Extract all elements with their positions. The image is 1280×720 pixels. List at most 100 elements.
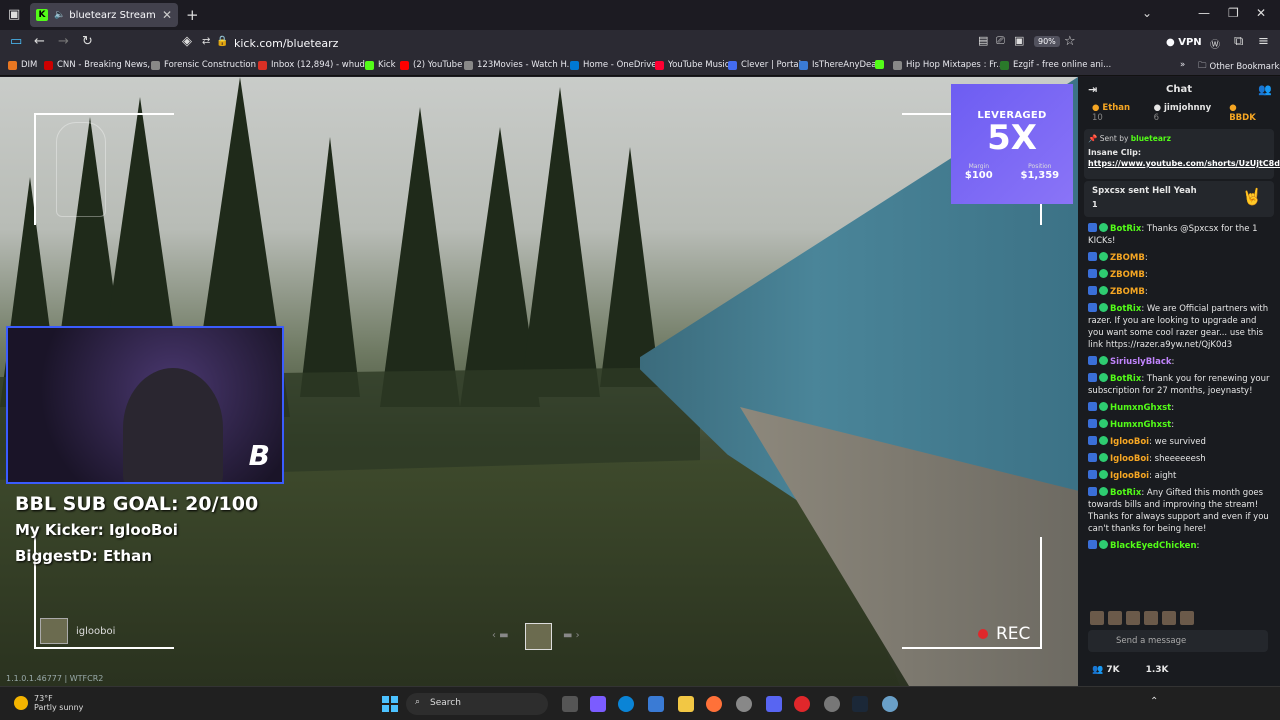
emote[interactable] [1126, 611, 1140, 625]
top-gifter[interactable]: ● jimjohnny 6 [1154, 103, 1220, 123]
pinned-link[interactable]: https://www.youtube.com/shorts/UzUjtC8dt… [1088, 159, 1280, 168]
taskbar-search[interactable]: ⌕ Search [406, 693, 548, 715]
chevron-right-icon[interactable]: » [1180, 60, 1185, 70]
back-icon[interactable]: ← [34, 34, 45, 49]
gift-notification: Spxcsx sent Hell Yeah 1 🤘 [1084, 181, 1274, 217]
task-view-icon[interactable] [562, 696, 578, 712]
chat-username[interactable]: HumxnGhxst [1110, 420, 1171, 430]
minimize-icon[interactable]: — [1198, 6, 1210, 20]
restore-icon[interactable]: ❐ [1228, 6, 1239, 20]
bookmark-cnn[interactable]: CNN - Breaking News,... [44, 60, 158, 70]
speaker-icon[interactable]: 🔈 [54, 10, 65, 20]
chevron-left-icon[interactable]: ‹ ▬ [492, 630, 509, 641]
windows-start-icon[interactable] [382, 696, 398, 712]
lock-icon[interactable]: 🔒 [216, 36, 228, 47]
reload-icon[interactable]: ↻ [82, 34, 93, 49]
bookmark-hiphop[interactable]: Hip Hop Mixtapes : Fr... [893, 60, 1004, 70]
account-icon[interactable]: Ⓦ [1210, 36, 1220, 51]
chat-message: ZBOMB: [1088, 269, 1274, 281]
emote[interactable] [1108, 611, 1122, 625]
menu-icon[interactable]: ≡ [1258, 34, 1269, 49]
users-icon[interactable]: 👥 [1258, 83, 1272, 96]
close-window-icon[interactable]: ✕ [1256, 6, 1266, 20]
bookmark-kick[interactable]: Kick [365, 60, 396, 70]
forward-icon[interactable]: → [58, 34, 69, 49]
bookmark-isthereanydeal[interactable]: IsThereAnyDeal [799, 60, 879, 70]
chat-username[interactable]: BotRix [1110, 488, 1141, 498]
emote[interactable] [1144, 611, 1158, 625]
badge-icon [1088, 402, 1097, 411]
tab-list-icon[interactable]: ▣ [8, 7, 20, 22]
url-bar[interactable]: kick.com/bluetearz [234, 37, 338, 50]
chat-username[interactable]: ZBOMB [1110, 270, 1145, 280]
tab-active[interactable]: K 🔈 bluetearz Stream - Watch Li ✕ [30, 3, 178, 27]
steam-icon[interactable] [852, 696, 868, 712]
vpn-button[interactable]: ● VPN [1166, 37, 1202, 48]
temperature: 73°F [34, 694, 53, 703]
chat-username[interactable]: BotRix [1110, 224, 1141, 234]
bookmark-forensic[interactable]: Forensic Construction ... [151, 60, 267, 70]
emote[interactable] [1180, 611, 1194, 625]
chat-username[interactable]: ZBOMB [1110, 287, 1145, 297]
bookmark-favicon-icon [893, 60, 902, 70]
chat-username[interactable]: SiriuslyBlack [1110, 357, 1172, 367]
bookmark-dim[interactable]: DIM [8, 60, 37, 70]
permissions-icon[interactable]: ⇄ [202, 36, 210, 47]
top-gifter[interactable]: ● Ethan 10 [1092, 103, 1144, 123]
verified-icon [1099, 286, 1108, 295]
badge-icon [1088, 303, 1097, 312]
new-tab-icon[interactable]: + [186, 6, 199, 24]
discord-icon[interactable] [766, 696, 782, 712]
bookmark-123movies[interactable]: 123Movies - Watch H... [464, 60, 575, 70]
pinned-message[interactable]: 📌 Sent by bluetearz Insane Clip: https:/… [1084, 129, 1280, 179]
bookmark-youtube-music[interactable]: YouTube Music [655, 60, 729, 70]
close-tab-icon[interactable]: ✕ [162, 8, 172, 22]
chat-username[interactable]: ZBOMB [1110, 253, 1145, 263]
copilot-icon[interactable] [590, 696, 606, 712]
file-explorer-icon[interactable] [678, 696, 694, 712]
bookmark-clever[interactable]: Clever | Portal [728, 60, 801, 70]
bookmark-kick-2[interactable] [875, 60, 888, 69]
store-icon[interactable] [648, 696, 664, 712]
screenshot-icon[interactable]: ⎚ [996, 34, 1005, 48]
extensions-icon[interactable]: ⧉ [1234, 34, 1243, 49]
chat-username[interactable]: BotRix [1110, 304, 1141, 314]
chevron-right-icon[interactable]: ▬ › [563, 630, 580, 641]
chat-username[interactable]: IglooBoi [1110, 471, 1149, 481]
media-player-icon[interactable] [794, 696, 810, 712]
chat-username[interactable]: BotRix [1110, 374, 1141, 384]
chat-input[interactable]: Send a message [1088, 630, 1268, 652]
pip-icon[interactable]: ▣ [1014, 34, 1024, 47]
bookmark-inbox[interactable]: Inbox (12,894) - whud... [258, 60, 373, 70]
collapse-chat-icon[interactable]: ⇥ [1088, 83, 1097, 96]
chevron-up-icon[interactable]: ⌃ [1150, 696, 1158, 707]
firefox-icon[interactable] [706, 696, 722, 712]
chat-username[interactable]: IglooBoi [1110, 437, 1149, 447]
chat-text: aight [1154, 471, 1177, 481]
bookmark-youtube[interactable]: (2) YouTube [400, 60, 462, 70]
weather-widget[interactable]: 73°F Partly sunny [14, 694, 83, 712]
emote[interactable] [1162, 611, 1176, 625]
bookmark-star-icon[interactable]: ☆ [1064, 34, 1076, 49]
shield-icon[interactable]: ◈ [182, 34, 192, 49]
other-bookmarks[interactable]: 🗀 Other Bookmarks [1198, 60, 1280, 74]
edge-icon[interactable] [618, 696, 634, 712]
chat-username[interactable]: HumxnGhxst [1110, 403, 1171, 413]
chevron-down-icon[interactable]: ⌄ [1142, 6, 1152, 20]
weather-condition: Partly sunny [34, 703, 84, 712]
chat-username[interactable]: IglooBoi [1110, 454, 1149, 464]
reader-icon[interactable]: ▤ [978, 34, 988, 47]
app-gear-icon[interactable] [882, 696, 898, 712]
settings-gear-icon[interactable] [736, 696, 752, 712]
bookmark-onedrive[interactable]: Home - OneDrive [570, 60, 657, 70]
leverage-overlay: LEVERAGED 5X Margin $100 Position $1,359 [951, 84, 1073, 204]
bookmark-favicon-icon [728, 60, 737, 70]
selected-avatar[interactable] [525, 623, 552, 650]
sidebar-icon[interactable]: ▭ [10, 34, 22, 49]
chat-username[interactable]: BlackEyedChicken [1110, 541, 1197, 551]
zoom-level[interactable]: 90% [1034, 36, 1060, 47]
obs-icon[interactable] [824, 696, 840, 712]
top-gifter[interactable]: ● BBDK [1229, 103, 1266, 123]
emote[interactable] [1090, 611, 1104, 625]
bookmark-ezgif[interactable]: Ezgif - free online ani... [1000, 60, 1111, 70]
